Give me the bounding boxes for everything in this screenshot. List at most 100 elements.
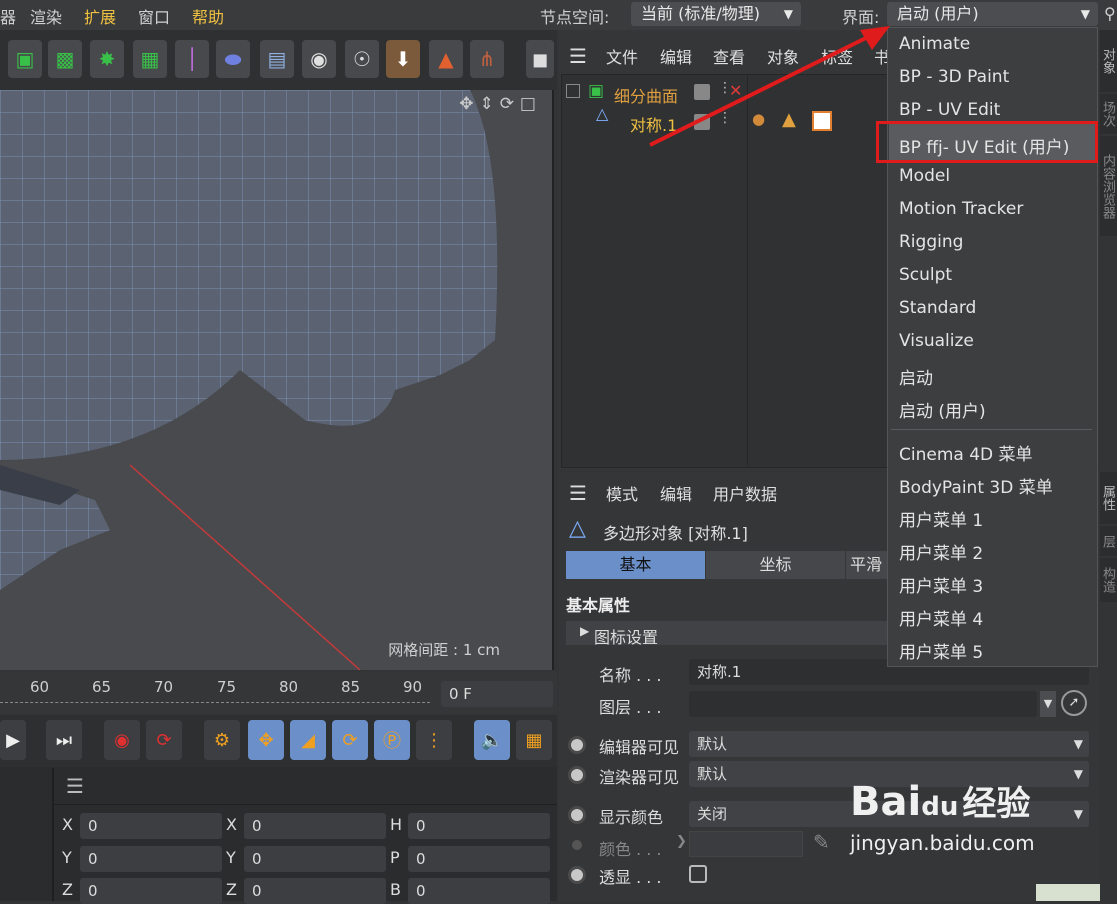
layout-item-user-menu-2[interactable]: 用户菜单 2 xyxy=(899,539,983,564)
layout-item-startup[interactable]: 启动 xyxy=(899,364,933,389)
layout-item-bp-uv-edit[interactable]: BP - UV Edit xyxy=(899,100,1000,120)
coord-scale-z-field[interactable]: 0 xyxy=(244,878,386,904)
om-menu-edit[interactable]: 编辑 xyxy=(660,44,692,68)
coord-pos-x-field[interactable]: 0 xyxy=(80,813,222,839)
layout-item-startup-user[interactable]: 启动 (用户) xyxy=(899,397,986,422)
current-frame-field[interactable]: 0 F xyxy=(441,681,553,707)
phong-tag-icon[interactable]: ● xyxy=(752,110,765,128)
coord-rot-h-field[interactable]: 0 xyxy=(408,813,550,839)
display-color-anim-icon[interactable] xyxy=(568,806,586,824)
side-tab-objects[interactable]: 对象 xyxy=(1100,30,1117,92)
3d-viewport[interactable]: ✥⇕⟳□ 网格间距 : 1 cm xyxy=(0,90,554,670)
object-symmetry-name[interactable]: 对称.1 xyxy=(630,112,677,136)
node-space-select[interactable]: 当前 (标准/物理) ▼ xyxy=(631,2,801,26)
layout-item-bodypaint-menu[interactable]: BodyPaint 3D 菜单 xyxy=(899,473,1053,498)
om-menu-tags[interactable]: 标签 xyxy=(821,44,853,68)
coord-pos-z-field[interactable]: 0 xyxy=(80,878,222,904)
rotate-key-icon[interactable]: ⟳ xyxy=(332,720,368,760)
editor-visible-select[interactable]: 默认 ▼ xyxy=(689,731,1089,757)
edit-toggle-icon[interactable] xyxy=(694,84,710,100)
am-menu-edit[interactable]: 编辑 xyxy=(660,481,692,505)
subdivision-icon[interactable]: ▩ xyxy=(48,40,82,78)
layout-item-user-menu-5[interactable]: 用户菜单 5 xyxy=(899,638,983,663)
side-tab-layers[interactable]: 层 xyxy=(1100,526,1117,556)
layout-select[interactable]: 启动 (用户) ▼ xyxy=(887,2,1098,26)
side-tab-structure[interactable]: 构造 xyxy=(1100,558,1117,602)
am-menu-userdata[interactable]: 用户数据 xyxy=(713,481,777,505)
coord-scale-y-field[interactable]: 0 xyxy=(244,846,386,872)
param-key-icon[interactable]: Ⓟ xyxy=(374,720,410,760)
field-icon[interactable]: ⬬ xyxy=(216,40,250,78)
tab-basic[interactable]: 基本 xyxy=(566,551,705,579)
collapse-icon[interactable] xyxy=(566,84,580,98)
goto-end-icon[interactable]: ⏭ xyxy=(46,720,82,760)
side-tab-takes[interactable]: 场次 xyxy=(1100,94,1117,134)
tag-icon[interactable]: ▲ xyxy=(429,40,463,78)
disable-x-icon[interactable]: ✕ xyxy=(729,81,742,100)
layout-item-user-menu-4[interactable]: 用户菜单 4 xyxy=(899,605,983,630)
tab-coordinates[interactable]: 坐标 xyxy=(706,551,845,579)
menu-render[interactable]: 渲染 xyxy=(30,4,62,28)
record-key-icon[interactable]: ◉ xyxy=(104,720,140,760)
side-tab-attributes[interactable]: 属性 xyxy=(1100,472,1117,524)
camera-icon[interactable]: ◉ xyxy=(302,40,336,78)
object-menu-icon[interactable]: ☰ xyxy=(569,44,587,68)
layout-item-c4d-menu[interactable]: Cinema 4D 菜单 xyxy=(899,440,1033,465)
deformer-icon[interactable]: │ xyxy=(175,40,209,78)
layout-item-standard[interactable]: Standard xyxy=(899,298,976,318)
array-icon[interactable]: ▦ xyxy=(133,40,167,78)
cube-primitive-icon[interactable]: ▣ xyxy=(8,40,42,78)
menu-extensions[interactable]: 扩展 xyxy=(84,4,116,28)
om-menu-file[interactable]: 文件 xyxy=(606,44,638,68)
viewport-nav-icons[interactable]: ✥⇕⟳□ xyxy=(459,94,542,114)
film-icon[interactable]: ▦ xyxy=(516,720,552,760)
visibility-dots-icon[interactable]: ⋮ xyxy=(718,110,732,126)
side-tab-content-browser[interactable]: 内容浏览器 xyxy=(1100,136,1117,236)
menu-window[interactable]: 窗口 xyxy=(138,4,170,28)
play-forward-icon[interactable]: ▶ xyxy=(0,720,26,760)
layout-item-user-menu-3[interactable]: 用户菜单 3 xyxy=(899,572,983,597)
expand-arrow-icon[interactable]: ▶ xyxy=(580,624,589,638)
layout-item-sculpt[interactable]: Sculpt xyxy=(899,265,952,285)
sound-icon[interactable]: 🔈 xyxy=(474,720,510,760)
menu-help[interactable]: 帮助 xyxy=(192,4,224,28)
tab-smoothing[interactable]: 平滑 xyxy=(846,551,892,579)
xray-anim-icon[interactable] xyxy=(568,866,586,884)
edit-toggle-icon[interactable] xyxy=(694,114,710,130)
coord-rot-b-field[interactable]: 0 xyxy=(408,878,550,904)
om-menu-object[interactable]: 对象 xyxy=(767,44,799,68)
material-tag-icon[interactable] xyxy=(812,111,832,131)
layout-item-user-menu-1[interactable]: 用户菜单 1 xyxy=(899,506,983,531)
layout-item-rigging[interactable]: Rigging xyxy=(899,232,963,252)
coord-rot-p-field[interactable]: 0 xyxy=(408,846,550,872)
coordinate-menu-icon[interactable]: ☰ xyxy=(66,774,84,798)
xray-checkbox[interactable] xyxy=(689,865,707,883)
coord-pos-y-field[interactable]: 0 xyxy=(80,846,222,872)
chevron-down-icon[interactable]: ▼ xyxy=(1040,691,1056,717)
layout-item-bp-3d-paint[interactable]: BP - 3D Paint xyxy=(899,67,1009,87)
spline-icon[interactable]: ✸ xyxy=(90,40,124,78)
object-list[interactable] xyxy=(561,74,889,468)
attribute-menu-icon[interactable]: ☰ xyxy=(569,481,587,505)
render-visible-anim-icon[interactable] xyxy=(568,766,586,784)
layout-item-visualize[interactable]: Visualize xyxy=(899,331,974,351)
move-key-icon[interactable]: ✥ xyxy=(248,720,284,760)
menu-item-partial[interactable]: 器 xyxy=(0,4,16,28)
light-icon[interactable]: ☉ xyxy=(345,40,379,78)
layout-item-animate[interactable]: Animate xyxy=(899,34,970,54)
scale-key-icon[interactable]: ◢ xyxy=(290,720,326,760)
render-down-icon[interactable]: ⬇ xyxy=(386,40,420,78)
coord-scale-x-field[interactable]: 0 xyxy=(244,813,386,839)
layout-item-model[interactable]: Model xyxy=(899,166,950,186)
autokey-icon[interactable]: ⟳ xyxy=(146,720,182,760)
keyframe-settings-icon[interactable]: ⚙ xyxy=(204,720,240,760)
layout-item-motion-tracker[interactable]: Motion Tracker xyxy=(899,199,1023,219)
object-subdivision-name[interactable]: 细分曲面 xyxy=(614,83,678,107)
am-menu-mode[interactable]: 模式 xyxy=(606,481,638,505)
search-icon[interactable]: ⚲ xyxy=(1104,4,1116,23)
clapper-icon[interactable]: ◼ xyxy=(526,40,554,78)
om-menu-view[interactable]: 查看 xyxy=(713,44,745,68)
floor-icon[interactable]: ▤ xyxy=(260,40,294,78)
layer-input[interactable] xyxy=(689,691,1037,717)
point-level-icon[interactable]: ⋮ xyxy=(416,720,452,760)
